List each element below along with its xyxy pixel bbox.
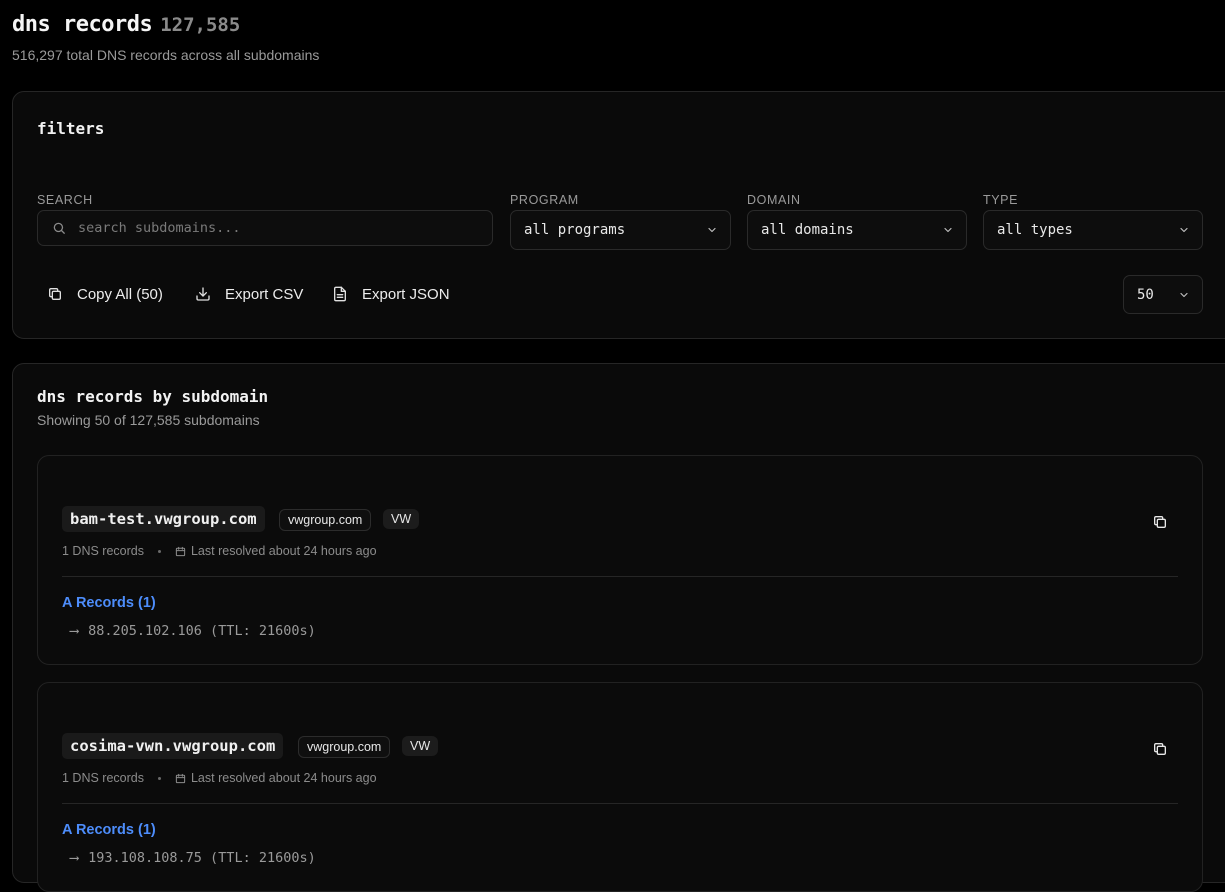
file-icon xyxy=(332,286,348,302)
program-select[interactable]: all programs xyxy=(510,210,731,250)
type-select-value: all types xyxy=(997,222,1073,238)
export-json-label: Export JSON xyxy=(362,285,450,303)
type-label: TYPE xyxy=(983,193,1019,207)
chevron-down-icon xyxy=(1178,289,1190,301)
calendar-icon xyxy=(175,773,186,784)
domain-label: DOMAIN xyxy=(747,193,801,207)
program-select-value: all programs xyxy=(524,222,626,238)
search-label: SEARCH xyxy=(37,193,93,207)
download-icon xyxy=(195,286,211,302)
domain-select[interactable]: all domains xyxy=(747,210,967,250)
chevron-down-icon xyxy=(942,224,954,236)
type-select[interactable]: all types xyxy=(983,210,1203,250)
a-records-label: A Records (1) xyxy=(62,822,156,838)
copy-icon xyxy=(1152,514,1168,530)
program-label: PROGRAM xyxy=(510,193,579,207)
record-value: 88.205.102.106 (TTL: 21600s) xyxy=(88,623,316,639)
domain-tag: vwgroup.com xyxy=(279,509,372,531)
subdomain-card: cosima-vwn.vwgroup.com vwgroup.com VW 1 … xyxy=(37,682,1203,892)
copy-all-button[interactable]: Copy All (50) xyxy=(47,276,163,312)
subdomain-card: bam-test.vwgroup.com vwgroup.com VW 1 DN… xyxy=(37,455,1203,665)
subdomain-host: cosima-vwn.vwgroup.com xyxy=(62,733,284,759)
domain-tag: vwgroup.com xyxy=(298,736,391,758)
page-title-row: dns records 127,585 xyxy=(12,12,319,37)
filters-card: filters SEARCH PROGRAM all programs DOMA… xyxy=(12,91,1225,339)
search-field[interactable] xyxy=(37,210,493,246)
chevron-down-icon xyxy=(1178,224,1190,236)
meta-separator xyxy=(157,776,161,780)
copy-all-label: Copy All (50) xyxy=(77,285,163,303)
page-header: dns records 127,585 516,297 total DNS re… xyxy=(12,12,319,63)
chevron-down-icon xyxy=(706,224,718,236)
export-json-button[interactable]: Export JSON xyxy=(332,276,450,312)
calendar-icon xyxy=(175,546,186,557)
filters-title: filters xyxy=(37,119,105,138)
search-icon xyxy=(52,221,66,235)
page-title: dns records xyxy=(12,12,153,37)
a-records-label: A Records (1) xyxy=(62,595,156,611)
dns-count: 1 DNS records xyxy=(62,771,144,785)
page-subtitle: 516,297 total DNS records across all sub… xyxy=(12,47,320,63)
export-csv-button[interactable]: Export CSV xyxy=(195,276,303,312)
program-tag: VW xyxy=(383,509,420,529)
page-size-value: 50 xyxy=(1137,286,1154,303)
page-size-select[interactable]: 50 xyxy=(1123,275,1203,314)
page-count: 127,585 xyxy=(160,14,241,36)
domain-select-value: all domains xyxy=(761,222,854,238)
records-subtitle: Showing 50 of 127,585 subdomains xyxy=(37,412,260,428)
subdomain-meta: 1 DNS records Last resolved about 24 hou… xyxy=(62,771,377,785)
search-input[interactable] xyxy=(78,220,492,236)
last-resolved: Last resolved about 24 hours ago xyxy=(190,544,377,558)
record-value: 193.108.108.75 (TTL: 21600s) xyxy=(88,850,316,866)
copy-icon xyxy=(47,286,63,302)
divider xyxy=(62,576,1178,577)
last-resolved: Last resolved about 24 hours ago xyxy=(190,771,377,785)
records-title: dns records by subdomain xyxy=(37,387,269,406)
arrow-icon: ⟶ xyxy=(70,623,79,639)
records-card: dns records by subdomain Showing 50 of 1… xyxy=(12,363,1225,892)
copy-subdomain-button[interactable] xyxy=(1149,738,1171,760)
export-csv-label: Export CSV xyxy=(225,285,304,303)
dns-record: ⟶ 193.108.108.75 (TTL: 21600s) xyxy=(70,850,316,866)
copy-icon xyxy=(1152,741,1168,757)
arrow-icon: ⟶ xyxy=(70,850,79,866)
meta-separator xyxy=(157,549,161,553)
program-tag: VW xyxy=(402,736,439,756)
dns-count: 1 DNS records xyxy=(62,544,144,558)
dns-record: ⟶ 88.205.102.106 (TTL: 21600s) xyxy=(70,623,316,639)
copy-subdomain-button[interactable] xyxy=(1149,511,1171,533)
subdomain-meta: 1 DNS records Last resolved about 24 hou… xyxy=(62,544,377,558)
subdomain-host: bam-test.vwgroup.com xyxy=(62,506,265,532)
divider xyxy=(62,803,1178,804)
